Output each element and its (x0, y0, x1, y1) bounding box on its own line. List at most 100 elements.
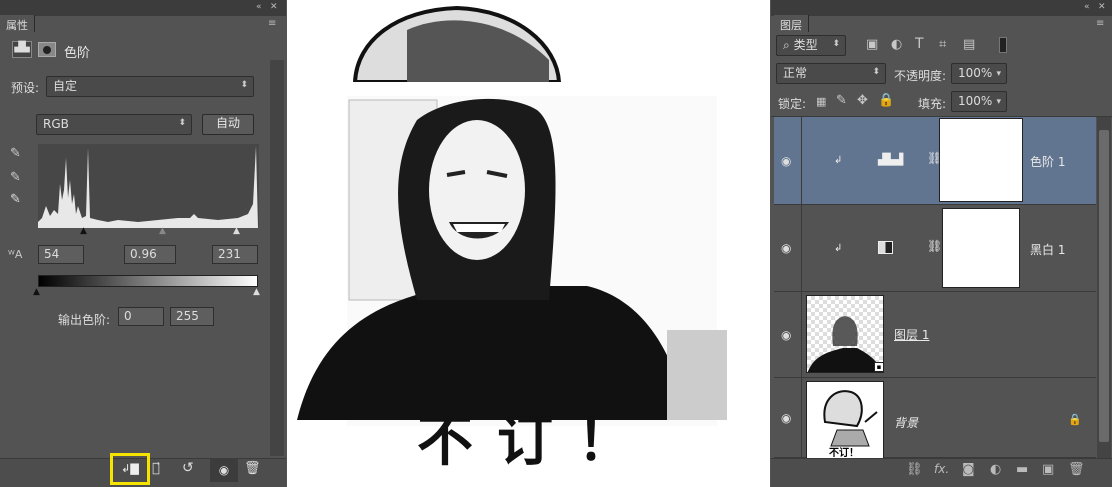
canvas[interactable]: 不订！ (287, 0, 770, 487)
mask-icon[interactable] (38, 42, 56, 57)
input-gamma-slider[interactable]: ▲ (159, 226, 166, 236)
dropdown-arrow-icon: ▾ (996, 97, 1001, 107)
filter-kind-dropdown[interactable]: ⌕ 类型 ⬍ (776, 35, 846, 56)
clip-to-layer-button[interactable]: ↲▇ (110, 453, 150, 485)
tab-layers[interactable]: 图层 (774, 15, 809, 32)
fill-field[interactable]: 100% ▾ (951, 91, 1007, 112)
layer-mask-thumbnail[interactable] (939, 118, 1023, 202)
levels-adjustment-icon: ▟▙▟ (878, 153, 904, 166)
layer-visibility[interactable]: ◉ (774, 292, 802, 377)
layer-name[interactable]: 图层 1 (894, 326, 929, 343)
output-white-slider[interactable]: ▲ (253, 287, 260, 297)
link-chain-icon: ⛓ (927, 239, 943, 253)
updown-icon: ⬍ (872, 67, 880, 77)
input-white-field[interactable]: 231 (212, 245, 258, 264)
fx-icon[interactable]: fx. (934, 462, 949, 476)
photo-right-clutter (667, 330, 727, 420)
photo-teeth (453, 224, 505, 232)
view-previous-icon[interactable]: 👁⃗ (152, 461, 160, 476)
lock-all-icon[interactable]: 🔒 (878, 94, 894, 108)
properties-scrollbar[interactable] (270, 60, 284, 456)
opacity-field[interactable]: 100% ▾ (951, 63, 1007, 84)
preset-value: 自定 (53, 79, 78, 93)
input-black-field[interactable]: 54 (38, 245, 84, 264)
collapse-icon[interactable]: « (1084, 2, 1090, 12)
panel-menu-icon[interactable]: ≡ (268, 18, 276, 29)
layer-name[interactable]: 背景 (894, 414, 918, 431)
layer-row-pixel[interactable]: ◉ ▪ 图层 1 (774, 292, 1096, 378)
eye-icon: ◉ (781, 327, 792, 342)
close-panel-icon[interactable]: ✕ (1098, 2, 1106, 12)
channel-dropdown[interactable]: RGB ⬍ (36, 114, 192, 135)
layer-row-bw[interactable]: ◉ ↲ ⛓ 黑白 1 (774, 205, 1096, 292)
channel-value: RGB (43, 117, 69, 131)
collapse-icon[interactable]: « (256, 2, 262, 12)
input-black-slider[interactable]: ▲ (80, 226, 87, 236)
eye-icon: ◉ (781, 241, 792, 255)
properties-tabbar (0, 0, 286, 16)
lock-position-icon[interactable]: ✥ (857, 94, 868, 108)
bw-adjustment-icon (878, 241, 893, 254)
white-eyedropper-icon[interactable]: ✎ (10, 193, 21, 207)
input-gamma-field[interactable]: 0.96 (124, 245, 176, 264)
blend-mode-value: 正常 (783, 66, 808, 80)
photo-face (429, 120, 525, 260)
layer-thumbnail[interactable]: 不订！ (806, 381, 884, 459)
lock-image-icon[interactable]: ✎ (836, 94, 847, 108)
layer-name[interactable]: 黑白 1 (1030, 241, 1065, 258)
new-group-icon[interactable]: ▬ (1016, 462, 1028, 477)
output-black-slider[interactable]: ▲ (33, 287, 40, 297)
updown-icon: ⬍ (832, 39, 840, 49)
new-adjustment-icon[interactable]: ◐ (990, 462, 1001, 477)
layers-scroll-thumb[interactable] (1099, 130, 1109, 442)
link-layers-icon[interactable]: ⛓ (906, 462, 923, 477)
filter-type-icon[interactable]: T (915, 37, 924, 51)
preset-label: 预设: (11, 81, 40, 95)
updown-icon: ⬍ (178, 118, 186, 128)
canvas-caption: 不订！ (417, 409, 657, 474)
layer-visibility[interactable]: ◉ (774, 205, 802, 291)
filter-pixel-icon[interactable]: ▣ (866, 38, 878, 52)
blend-mode-dropdown[interactable]: 正常 ⬍ (776, 63, 886, 84)
auto-button[interactable]: 自动 (202, 114, 254, 135)
gray-eyedropper-icon[interactable]: ✎ (10, 171, 21, 185)
preset-dropdown[interactable]: 自定 ⬍ (46, 76, 254, 97)
reset-icon[interactable]: ↺ (182, 460, 194, 476)
search-icon: ⌕ (783, 38, 790, 52)
close-panel-icon[interactable]: ✕ (270, 2, 278, 12)
opacity-value: 100% (958, 66, 993, 80)
eye-icon: ◉ (781, 410, 792, 425)
filter-adjustment-icon[interactable]: ◐ (891, 38, 902, 52)
layer-mask-thumbnail[interactable] (942, 208, 1020, 288)
layer-name[interactable]: 色阶 1 (1030, 153, 1065, 170)
lock-label: 锁定: (778, 97, 807, 111)
layer-visibility[interactable]: ◉ (774, 117, 802, 204)
input-white-slider[interactable]: ▲ (233, 226, 240, 236)
new-layer-icon[interactable]: ▣ (1042, 462, 1054, 477)
clip-arrow-icon: ↲ (834, 155, 843, 166)
filter-toggle-icon[interactable] (999, 37, 1007, 53)
layer-thumbnail-photo (807, 316, 883, 372)
clip-arrow-icon: ↲ (834, 243, 843, 254)
auto-clip-icon[interactable]: ᵂA (8, 248, 22, 262)
visibility-icon[interactable]: ◉ (210, 458, 238, 482)
delete-icon[interactable]: 🗑 (244, 461, 261, 476)
filter-shape-icon[interactable]: ⌗ (939, 38, 946, 52)
black-eyedropper-icon[interactable]: ✎ (10, 147, 21, 161)
layer-visibility[interactable]: ◉ (774, 378, 802, 457)
add-mask-icon[interactable]: ◙ (962, 462, 975, 477)
histogram (38, 144, 259, 228)
layer-thumbnail[interactable] (806, 295, 884, 373)
layer-row-levels[interactable]: ◉ ↲ ▟▙▟ ⛓ 色阶 1 (774, 117, 1096, 205)
layer-row-background[interactable]: ◉ 不订！ 背景 🔒 (774, 378, 1096, 459)
delete-layer-icon[interactable]: 🗑 (1068, 462, 1085, 477)
tab-properties[interactable]: 属性 (0, 15, 35, 32)
output-gradient (38, 275, 258, 287)
output-black-field[interactable]: 0 (118, 307, 164, 326)
levels-icon: ▟▙ (12, 41, 32, 58)
filter-smartobject-icon[interactable]: ▤ (963, 38, 975, 52)
output-white-field[interactable]: 255 (170, 307, 214, 326)
opacity-label: 不透明度: (894, 69, 947, 83)
lock-transparent-icon[interactable]: ▦ (816, 95, 826, 109)
panel-menu-icon[interactable]: ≡ (1096, 18, 1104, 29)
